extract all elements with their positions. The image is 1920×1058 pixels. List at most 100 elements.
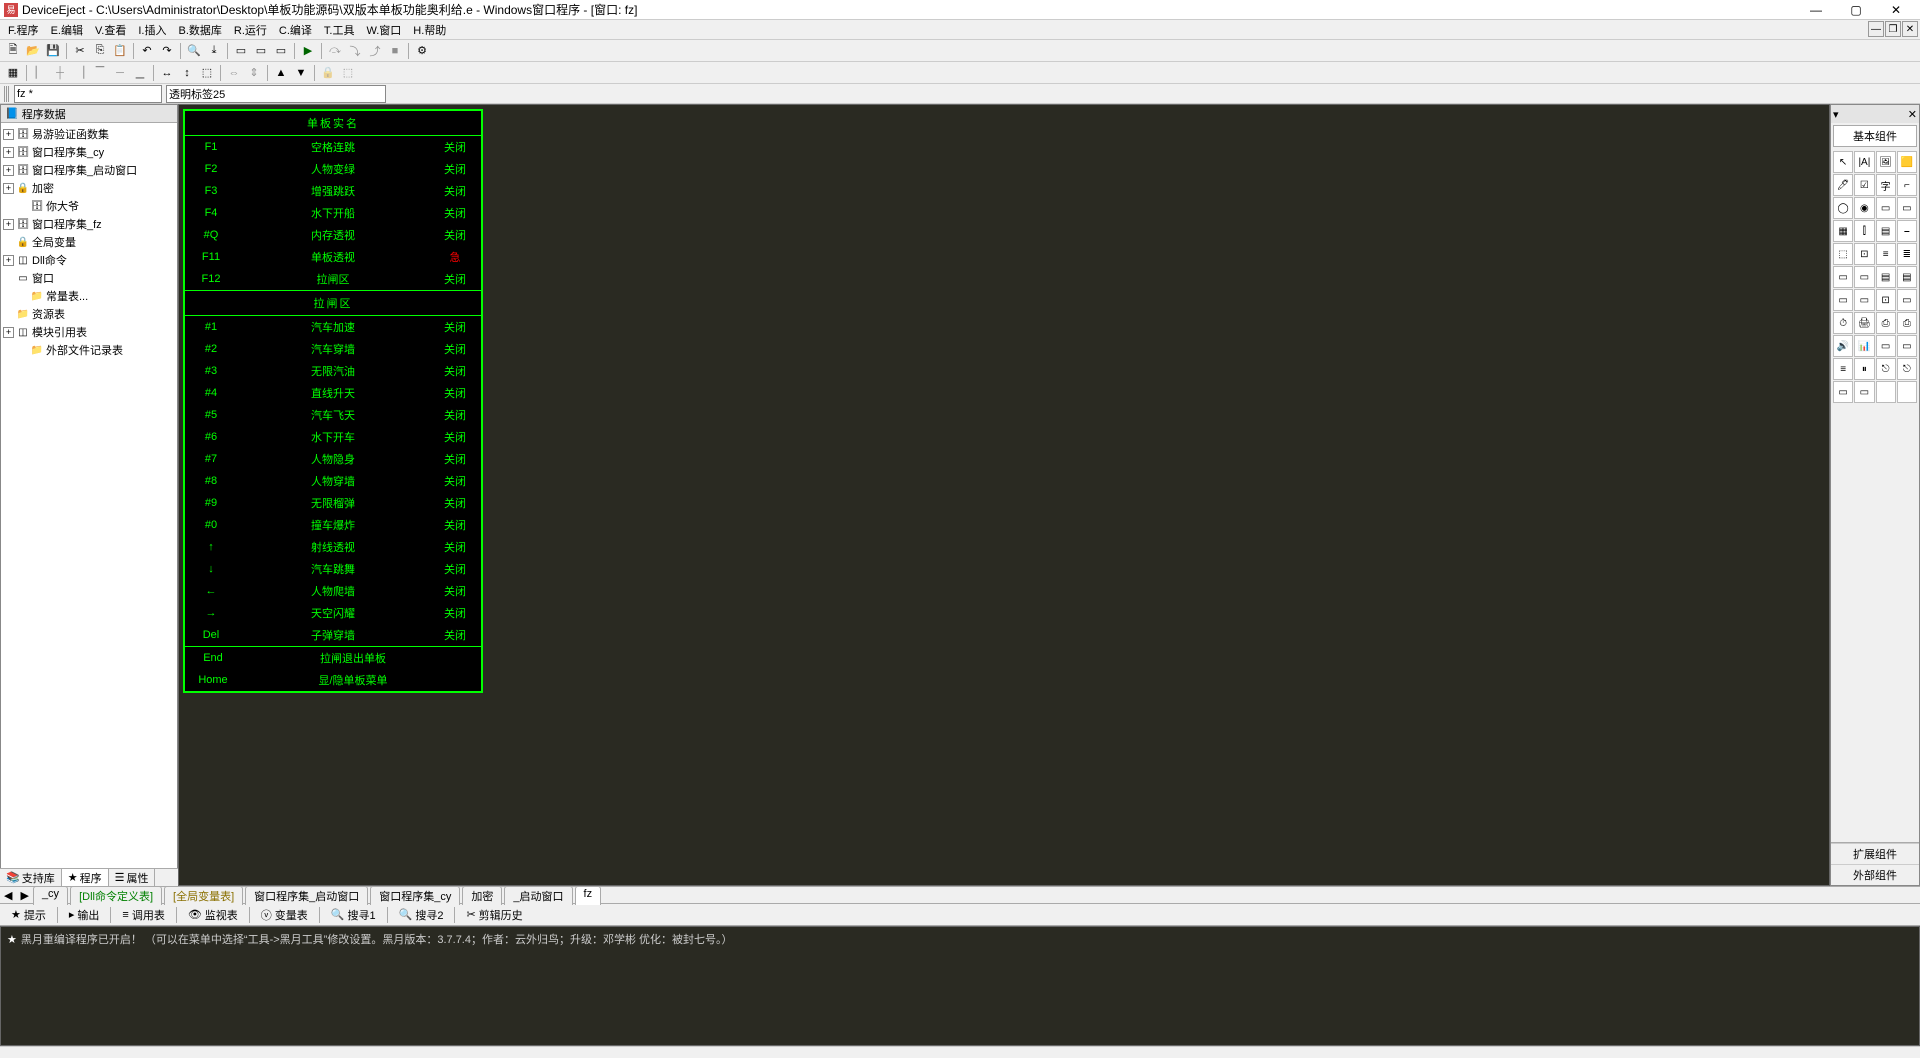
send-back-icon[interactable]: ▼ [292, 64, 310, 82]
palette-item[interactable]: ▭ [1876, 335, 1896, 357]
tree-node[interactable]: 外部文件记录表 [3, 341, 175, 359]
tree-node[interactable]: +加密 [3, 179, 175, 197]
undo-icon[interactable]: ↶ [138, 42, 156, 60]
doc-tab[interactable]: [Dll命令定义表] [70, 886, 162, 905]
palette-item[interactable]: |A| [1854, 151, 1874, 173]
object-combo[interactable] [14, 85, 162, 103]
feature-row[interactable]: F2人物变绿关闭 [185, 158, 481, 180]
palette-item[interactable]: ▤ [1876, 266, 1896, 288]
palette-item[interactable]: ▭ [1854, 266, 1874, 288]
menu-database[interactable]: B.数据库 [172, 20, 227, 40]
expand-icon[interactable]: + [3, 165, 14, 176]
tree-node[interactable]: +模块引用表 [3, 323, 175, 341]
palette-item[interactable]: 🖼 [1876, 151, 1896, 173]
palette-item[interactable]: ⫿ [1854, 220, 1874, 242]
feature-row[interactable]: #6水下开车关闭 [185, 426, 481, 448]
expand-icon[interactable]: + [3, 219, 14, 230]
bring-front-icon[interactable]: ▲ [272, 64, 290, 82]
close-button[interactable]: ✕ [1876, 0, 1916, 20]
tree-node[interactable]: 你大爷 [3, 197, 175, 215]
palette-item[interactable]: ▭ [1897, 197, 1917, 219]
palette-item[interactable]: ▭ [1854, 381, 1874, 403]
palette-item[interactable]: ⎋ [1876, 358, 1896, 380]
palette-item[interactable]: ⊡ [1876, 289, 1896, 311]
palette-item[interactable]: 📊 [1854, 335, 1874, 357]
tree-node[interactable]: +易游验证函数集 [3, 125, 175, 143]
designer-canvas[interactable]: 单板实名 F1空格连跳关闭F2人物变绿关闭F3增强跳跃关闭F4水下开船关闭#Q内… [178, 104, 1830, 886]
feature-row[interactable]: End拉闸退出单板 [185, 647, 481, 669]
palette-tab-ext[interactable]: 扩展组件 [1831, 843, 1919, 864]
feature-row[interactable]: #4直线升天关闭 [185, 382, 481, 404]
mdi-close[interactable]: ✕ [1902, 21, 1918, 37]
palette-item[interactable]: ▭ [1854, 289, 1874, 311]
palette-item[interactable]: ≣ [1897, 243, 1917, 265]
same-h-icon[interactable]: ↕ [178, 64, 196, 82]
doc-tab[interactable]: [全局变量表] [164, 886, 243, 905]
palette-item[interactable]: ▭ [1897, 335, 1917, 357]
palette-item[interactable]: ⏸ [1854, 358, 1874, 380]
palette-item[interactable]: 字 [1876, 174, 1896, 196]
stepin-icon[interactable]: ⤵ [346, 42, 364, 60]
doc-tab[interactable]: 窗口程序集_cy [370, 886, 460, 905]
feature-row[interactable]: F12拉闸区关闭 [185, 268, 481, 290]
feature-row[interactable]: #7人物隐身关闭 [185, 448, 481, 470]
doc-tab[interactable]: _启动窗口 [504, 886, 572, 905]
maximize-button[interactable]: ▢ [1836, 0, 1876, 20]
palette-item[interactable]: ▭ [1833, 381, 1853, 403]
copy-icon[interactable]: ⎘ [91, 42, 109, 60]
palette-item[interactable]: ⎙ [1897, 312, 1917, 334]
palette-close-icon[interactable]: ✕ [1908, 108, 1917, 121]
palette-tab-outer[interactable]: 外部组件 [1831, 864, 1919, 885]
feature-row[interactable]: Del子弹穿墙关闭 [185, 624, 481, 646]
out-tab-tip[interactable]: ★ 提示 [4, 904, 53, 926]
palette-item[interactable]: ⌐ [1897, 174, 1917, 196]
mdi-restore[interactable]: ❐ [1885, 21, 1901, 37]
new-icon[interactable]: 🗎 [4, 42, 22, 60]
palette-item[interactable] [1876, 381, 1896, 403]
palette-item[interactable]: ≡ [1833, 358, 1853, 380]
feature-row[interactable]: #3无限汽油关闭 [185, 360, 481, 382]
stepover-icon[interactable]: ⤼ [326, 42, 344, 60]
group-icon[interactable]: ⬚ [339, 64, 357, 82]
palette-item[interactable]: ▭ [1897, 289, 1917, 311]
feature-row[interactable]: #9无限榴弹关闭 [185, 492, 481, 514]
palette-item[interactable]: ◯ [1833, 197, 1853, 219]
paste-icon[interactable]: 📋 [111, 42, 129, 60]
run-icon[interactable]: ▶ [299, 42, 317, 60]
feature-row[interactable]: #0撞车爆炸关闭 [185, 514, 481, 536]
tree-node[interactable]: +Dll命令 [3, 251, 175, 269]
feature-row[interactable]: Home显/隐单板菜单 [185, 669, 481, 691]
expand-icon[interactable]: + [3, 183, 14, 194]
palette-item[interactable]: ☑ [1854, 174, 1874, 196]
palette-item[interactable]: ⎯ [1897, 220, 1917, 242]
lock-icon[interactable]: 🔒 [319, 64, 337, 82]
mdi-minimize[interactable]: — [1868, 21, 1884, 37]
out-tab-clip[interactable]: ✂ 剪辑历史 [459, 904, 529, 926]
stop-icon[interactable]: ■ [386, 42, 404, 60]
save-icon[interactable]: 💾 [44, 42, 62, 60]
open-icon[interactable]: 📂 [24, 42, 42, 60]
feature-row[interactable]: F1空格连跳关闭 [185, 136, 481, 158]
menu-view[interactable]: V.查看 [89, 20, 132, 40]
palette-tab-basic[interactable]: 基本组件 [1833, 125, 1917, 147]
expand-icon[interactable]: + [3, 129, 14, 140]
out-tab-s1[interactable]: 🔍 搜寻1 [324, 904, 383, 926]
find-icon[interactable]: 🔍 [185, 42, 203, 60]
palette-item[interactable]: ▤ [1897, 266, 1917, 288]
doc-tab[interactable]: fz [575, 886, 602, 905]
project-tree[interactable]: +易游验证函数集+窗口程序集_cy+窗口程序集_启动窗口+加密你大爷+窗口程序集… [1, 123, 177, 885]
feature-row[interactable]: #2汽车穿墙关闭 [185, 338, 481, 360]
palette-item[interactable]: 🖨 [1854, 312, 1874, 334]
palette-min-icon[interactable]: ▾ [1833, 108, 1839, 121]
feature-row[interactable]: #Q内存透视关闭 [185, 224, 481, 246]
palette-item[interactable]: ◉ [1854, 197, 1874, 219]
palette-item[interactable]: ≡ [1876, 243, 1896, 265]
expand-icon[interactable]: + [3, 255, 14, 266]
palette-item[interactable]: 🔊 [1833, 335, 1853, 357]
property-combo[interactable] [166, 85, 386, 103]
menu-insert[interactable]: I.插入 [132, 20, 172, 40]
feature-row[interactable]: #8人物穿墙关闭 [185, 470, 481, 492]
palette-item[interactable]: ▭ [1833, 266, 1853, 288]
findnext-icon[interactable]: ⤓ [205, 42, 223, 60]
output-console[interactable]: ★黑月重编译程序已开启！ （可以在菜单中选择“工具->黑月工具”修改设置。黑月版… [0, 926, 1920, 1046]
